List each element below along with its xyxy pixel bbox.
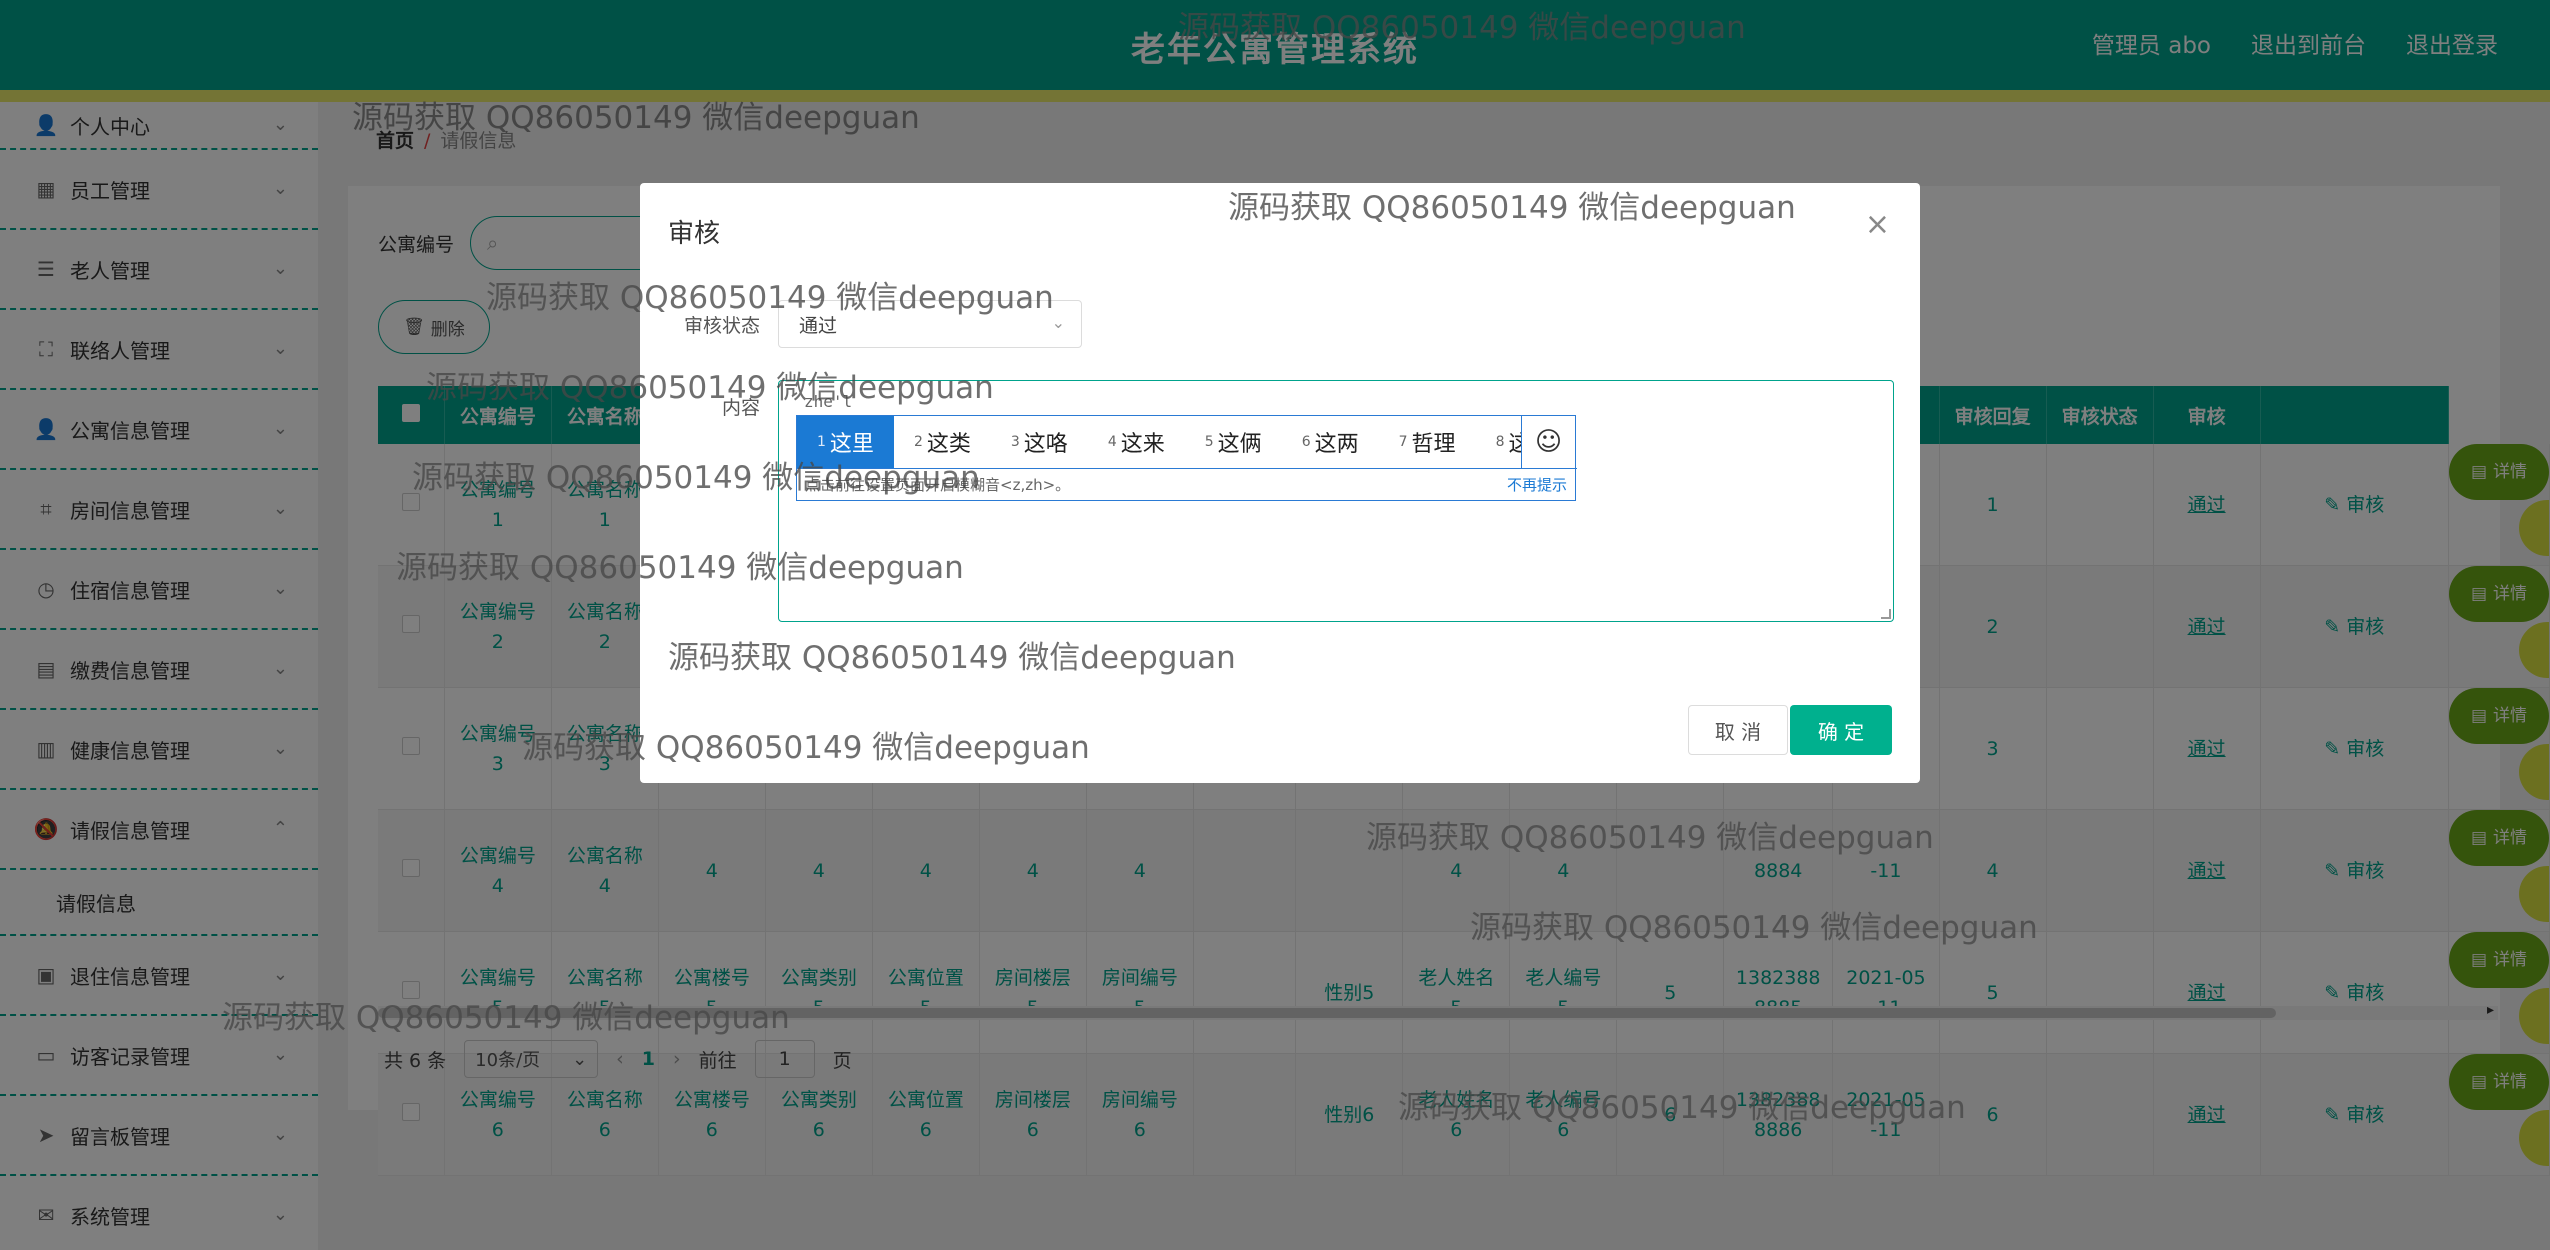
watermark-text: 源码获取 QQ86050149 微信deepguan (1470, 910, 2038, 946)
ime-candidate-text: 这 (1508, 432, 1521, 457)
ime-candidate-index: 4 (1107, 434, 1117, 450)
ime-candidate[interactable]: 4 这来 (1088, 416, 1185, 468)
ime-candidate-text: 这来 (1120, 432, 1165, 457)
watermark-text: 源码获取 QQ86050149 微信deepguan (352, 100, 920, 136)
ime-candidate-index: 1 (817, 434, 826, 450)
ime-candidate-index: 5 (1204, 434, 1214, 450)
ime-candidate[interactable]: 5 这俩 (1185, 416, 1282, 468)
watermark-text: 源码获取 QQ86050149 微信deepguan (396, 550, 964, 586)
watermark-text: 源码获取 QQ86050149 微信deepguan (1398, 1090, 1966, 1126)
ime-candidate-index: 3 (1010, 434, 1020, 450)
watermark-text: 源码获取 QQ86050149 微信deepguan (426, 370, 994, 406)
close-icon[interactable]: × (1865, 207, 1890, 242)
watermark-text: 源码获取 QQ86050149 微信deepguan (412, 460, 980, 496)
ime-candidate-index: 8 (1495, 434, 1505, 450)
cancel-button[interactable]: 取 消 (1688, 705, 1788, 755)
ime-candidate[interactable]: 6 这两 (1282, 416, 1379, 468)
ime-candidate-text: 这咯 (1023, 432, 1068, 457)
confirm-button[interactable]: 确 定 (1790, 705, 1892, 755)
ime-candidate-text: 这俩 (1217, 432, 1262, 457)
watermark-text: 源码获取 QQ86050149 微信deepguan (1178, 10, 1746, 46)
watermark-text: 源码获取 QQ86050149 微信deepguan (1228, 190, 1796, 226)
ime-candidate[interactable]: 3 这咯 (991, 416, 1088, 468)
watermark-text: 源码获取 QQ86050149 微信deepguan (668, 640, 1236, 676)
ime-candidate-index: 2 (913, 434, 923, 450)
dialog-title: 审核 (668, 219, 721, 249)
ime-candidate[interactable]: 8这 (1476, 416, 1521, 468)
ime-dismiss-link[interactable]: 不再提示 (1507, 474, 1567, 495)
watermark-text: 源码获取 QQ86050149 微信deepguan (1366, 820, 1934, 856)
ime-candidate-index: 7 (1398, 434, 1408, 450)
ime-candidate-text: 哲理 (1411, 432, 1456, 457)
emoji-icon[interactable]: ☺ (1521, 416, 1575, 468)
watermark-text: 源码获取 QQ86050149 微信deepguan (522, 730, 1090, 766)
ime-candidate-index: 6 (1301, 434, 1311, 450)
ime-candidate[interactable]: 7 哲理 (1379, 416, 1476, 468)
ime-candidate-text: 这两 (1314, 432, 1359, 457)
watermark-text: 源码获取 QQ86050149 微信deepguan (486, 280, 1054, 316)
watermark-text: 源码获取 QQ86050149 微信deepguan (222, 1000, 790, 1036)
resize-handle-icon[interactable] (1881, 609, 1891, 619)
